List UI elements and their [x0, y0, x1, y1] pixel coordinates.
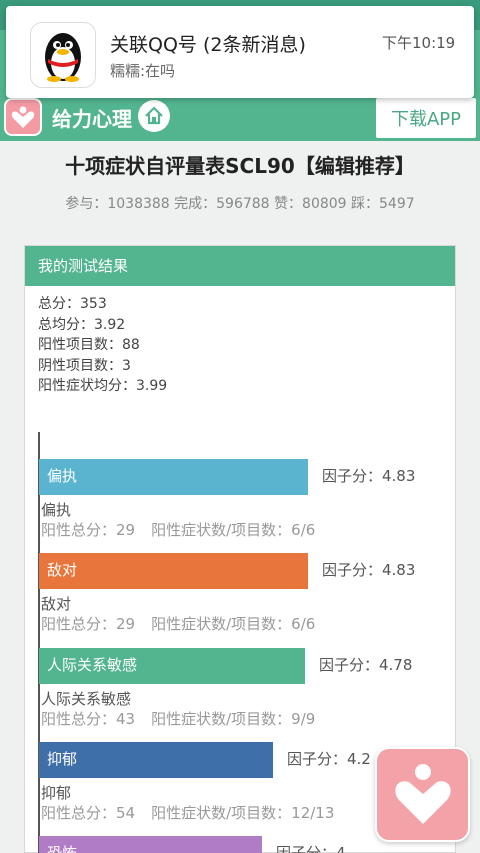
floating-heart-button[interactable]: [375, 747, 470, 842]
factor-bar: 恐怖: [39, 836, 262, 853]
factor-positive-total: 阳性总分：29: [41, 521, 136, 539]
qq-penguin-icon: [30, 22, 96, 88]
factor-detail: 阳性总分：29 阳性症状数/项目数：6/6: [41, 519, 331, 540]
notification-time: 下午10:19: [382, 34, 456, 52]
factor-bar: 抑郁: [39, 742, 273, 778]
summary-positive-average: 阳性症状均分：3.99: [38, 378, 168, 394]
factor-name: 抑郁: [41, 784, 72, 802]
heart-icon: [394, 763, 451, 824]
factor-name: 偏执: [41, 501, 72, 519]
download-app-button[interactable]: 下载APP: [376, 98, 476, 138]
summary-average: 总均分：3.92: [38, 316, 126, 333]
factor-positive-count: 阳性症状数/项目数：9/9: [151, 710, 316, 728]
factor-detail: 阳性总分：43 阳性症状数/项目数：9/9: [41, 708, 331, 729]
factor-score: 因子分：4.78: [319, 656, 413, 674]
summary-positive-count: 阳性项目数：88: [38, 337, 140, 353]
factor-positive-count: 阳性症状数/项目数：6/6: [151, 521, 316, 539]
page-stats: 参与：1038388 完成：596788 赞：80809 踩：5497: [65, 196, 415, 212]
home-icon[interactable]: [138, 100, 170, 132]
factor-bar: 人际关系敏感: [39, 648, 305, 684]
factor-detail: 阳性总分：54 阳性症状数/项目数：12/13: [41, 802, 350, 823]
summary-negative-count: 阴性项目数：3: [38, 357, 131, 374]
qq-notification[interactable]: 关联QQ号 (2条新消息) 糯糯:在吗 下午10:19: [6, 6, 474, 98]
summary-total: 总分：353: [38, 296, 107, 312]
factor-score: 因子分：4.2: [287, 750, 371, 768]
factor-positive-total: 阳性总分：29: [41, 615, 136, 633]
page-title: 十项症状自评量表SCL90【编辑推荐】: [65, 154, 415, 178]
app-logo[interactable]: [4, 98, 42, 136]
factor-score: 因子分：4: [276, 844, 346, 853]
heart-icon: [11, 106, 35, 128]
factor-detail: 阳性总分：29 阳性症状数/项目数：6/6: [41, 613, 331, 634]
factor-score: 因子分：4.83: [322, 561, 416, 579]
factor-positive-count: 阳性症状数/项目数：12/13: [151, 804, 335, 822]
notification-message: 糯糯:在吗: [110, 62, 176, 80]
factor-name: 人际关系敏感: [41, 690, 132, 708]
factor-positive-total: 阳性总分：54: [41, 804, 136, 822]
factor-positive-total: 阳性总分：43: [41, 710, 136, 728]
factor-bar: 偏执: [39, 459, 308, 495]
result-card-header: 我的测试结果: [25, 246, 455, 286]
factor-positive-count: 阳性症状数/项目数：6/6: [151, 615, 316, 633]
factor-score: 因子分：4.83: [322, 467, 416, 485]
result-summary: 总分：353 总均分：3.92 阳性项目数：88 阴性项目数：3 阳性症状均分：…: [38, 294, 167, 397]
factor-name: 敌对: [41, 595, 72, 613]
brand-name: 给力心理: [52, 107, 132, 131]
chart-axis: [38, 432, 40, 853]
factor-bar: 敌对: [39, 553, 308, 589]
notification-title: 关联QQ号 (2条新消息): [110, 34, 306, 56]
